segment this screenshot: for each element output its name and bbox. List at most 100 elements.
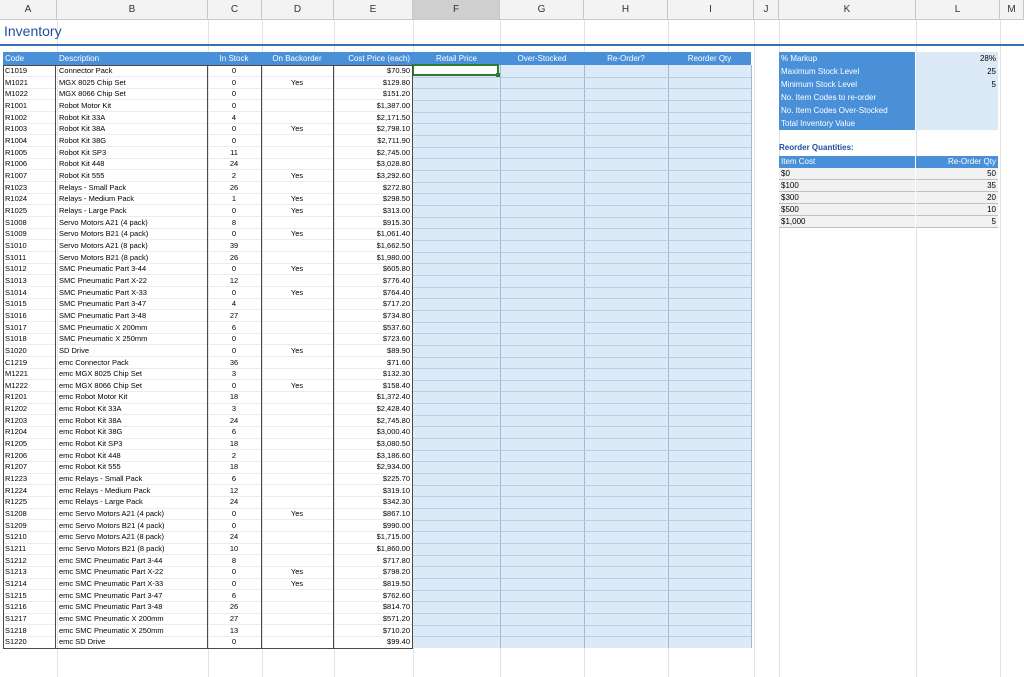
cost-price-value[interactable]: $3,000.40 <box>334 426 412 437</box>
item-description[interactable]: SD Drive <box>57 345 207 356</box>
in-stock-value[interactable]: 0 <box>208 123 260 134</box>
cost-price-value[interactable]: $2,745.00 <box>334 147 412 158</box>
item-code[interactable]: R1007 <box>3 170 55 181</box>
cost-price-value[interactable]: $717.20 <box>334 298 412 309</box>
item-code[interactable]: R1205 <box>3 438 55 449</box>
cost-price-value[interactable]: $2,428.40 <box>334 403 412 414</box>
backorder-value[interactable] <box>262 147 332 158</box>
cost-price-value[interactable]: $819.50 <box>334 578 412 589</box>
backorder-value[interactable] <box>262 158 332 169</box>
in-stock-value[interactable]: 0 <box>208 578 260 589</box>
cost-price-value[interactable]: $798.20 <box>334 566 412 577</box>
backorder-value[interactable] <box>262 415 332 426</box>
backorder-value[interactable] <box>262 496 332 507</box>
item-description[interactable]: emc Servo Motors B21 (4 pack) <box>57 520 207 531</box>
item-code[interactable]: R1025 <box>3 205 55 216</box>
in-stock-value[interactable]: 0 <box>208 263 260 274</box>
fill-handle[interactable] <box>496 73 500 77</box>
item-description[interactable]: Servo Motors B21 (8 pack) <box>57 252 207 263</box>
backorder-value[interactable]: Yes <box>262 263 332 274</box>
column-header-f[interactable]: F <box>413 0 500 19</box>
item-code[interactable]: S1220 <box>3 636 55 647</box>
item-code[interactable]: S1008 <box>3 217 55 228</box>
cost-price-value[interactable]: $132.30 <box>334 368 412 379</box>
item-code[interactable]: C1219 <box>3 357 55 368</box>
item-description[interactable]: emc SMC Pneumatic Part 3-47 <box>57 590 207 601</box>
reorder-qty-cell[interactable]: 35 <box>916 180 998 192</box>
item-code[interactable]: S1218 <box>3 625 55 636</box>
cost-price-value[interactable]: $272.80 <box>334 182 412 193</box>
backorder-value[interactable] <box>262 520 332 531</box>
backorder-value[interactable] <box>262 613 332 624</box>
in-stock-value[interactable]: 2 <box>208 450 260 461</box>
active-cell[interactable] <box>412 64 499 76</box>
item-description[interactable]: emc SMC Pneumatic X 250mm <box>57 625 207 636</box>
column-header-a[interactable]: A <box>0 0 57 19</box>
spreadsheet[interactable]: ABCDEFGHIJKLM Inventory Code Description… <box>0 0 1024 677</box>
item-code[interactable]: M1222 <box>3 380 55 391</box>
in-stock-value[interactable]: 0 <box>208 520 260 531</box>
in-stock-value[interactable]: 24 <box>208 415 260 426</box>
header-over-stocked[interactable]: Over-Stocked <box>500 52 584 65</box>
in-stock-value[interactable]: 3 <box>208 403 260 414</box>
header-reorder-qty[interactable]: Reorder Qty <box>668 52 751 65</box>
in-stock-value[interactable]: 0 <box>208 636 260 647</box>
backorder-value[interactable] <box>262 368 332 379</box>
in-stock-value[interactable]: 26 <box>208 601 260 612</box>
setting-value[interactable] <box>916 104 998 117</box>
in-stock-value[interactable]: 13 <box>208 625 260 636</box>
backorder-value[interactable] <box>262 403 332 414</box>
item-code[interactable]: S1210 <box>3 531 55 542</box>
cost-price-value[interactable]: $298.50 <box>334 193 412 204</box>
backorder-value[interactable] <box>262 182 332 193</box>
backorder-value[interactable] <box>262 450 332 461</box>
item-description[interactable]: emc Robot Kit SP3 <box>57 438 207 449</box>
item-description[interactable]: emc Servo Motors A21 (4 pack) <box>57 508 207 519</box>
reorder-cost-cell[interactable]: $500 <box>779 204 915 216</box>
item-code[interactable]: R1224 <box>3 485 55 496</box>
cost-price-value[interactable]: $2,934.00 <box>334 461 412 472</box>
item-description[interactable]: SMC Pneumatic Part X-22 <box>57 275 207 286</box>
item-description[interactable]: Relays - Small Pack <box>57 182 207 193</box>
column-header-m[interactable]: M <box>1000 0 1024 19</box>
cost-price-value[interactable]: $2,711.90 <box>334 135 412 146</box>
in-stock-value[interactable]: 11 <box>208 147 260 158</box>
item-code[interactable]: R1206 <box>3 450 55 461</box>
cost-price-value[interactable]: $3,080.50 <box>334 438 412 449</box>
setting-value[interactable]: 28% <box>916 52 998 65</box>
cost-price-value[interactable]: $605.80 <box>334 263 412 274</box>
item-code[interactable]: R1024 <box>3 193 55 204</box>
in-stock-value[interactable]: 18 <box>208 438 260 449</box>
item-code[interactable]: S1009 <box>3 228 55 239</box>
setting-value[interactable] <box>916 117 998 130</box>
backorder-value[interactable]: Yes <box>262 77 332 88</box>
cost-price-value[interactable]: $764.40 <box>334 287 412 298</box>
item-code[interactable]: R1001 <box>3 100 55 111</box>
cost-price-value[interactable]: $1,980.00 <box>334 252 412 263</box>
in-stock-value[interactable]: 27 <box>208 310 260 321</box>
backorder-value[interactable] <box>262 252 332 263</box>
cost-price-value[interactable]: $89.90 <box>334 345 412 356</box>
backorder-value[interactable] <box>262 543 332 554</box>
cost-price-value[interactable]: $2,798.10 <box>334 123 412 134</box>
in-stock-value[interactable]: 24 <box>208 531 260 542</box>
item-description[interactable]: Relays - Medium Pack <box>57 193 207 204</box>
in-stock-value[interactable]: 0 <box>208 205 260 216</box>
item-description[interactable]: Robot Motor Kit <box>57 100 207 111</box>
backorder-value[interactable] <box>262 65 332 76</box>
backorder-value[interactable] <box>262 391 332 402</box>
cost-price-value[interactable]: $915.30 <box>334 217 412 228</box>
item-description[interactable]: emc Robot Kit 33A <box>57 403 207 414</box>
cost-price-value[interactable]: $3,292.60 <box>334 170 412 181</box>
column-header-e[interactable]: E <box>334 0 413 19</box>
in-stock-value[interactable]: 1 <box>208 193 260 204</box>
item-code[interactable]: S1212 <box>3 555 55 566</box>
setting-value[interactable]: 25 <box>916 65 998 78</box>
in-stock-value[interactable]: 0 <box>208 380 260 391</box>
item-code[interactable]: S1018 <box>3 333 55 344</box>
item-description[interactable]: emc SD Drive <box>57 636 207 647</box>
in-stock-value[interactable]: 27 <box>208 613 260 624</box>
cost-price-value[interactable]: $537.60 <box>334 322 412 333</box>
cost-price-value[interactable]: $3,186.60 <box>334 450 412 461</box>
cost-price-value[interactable]: $867.10 <box>334 508 412 519</box>
